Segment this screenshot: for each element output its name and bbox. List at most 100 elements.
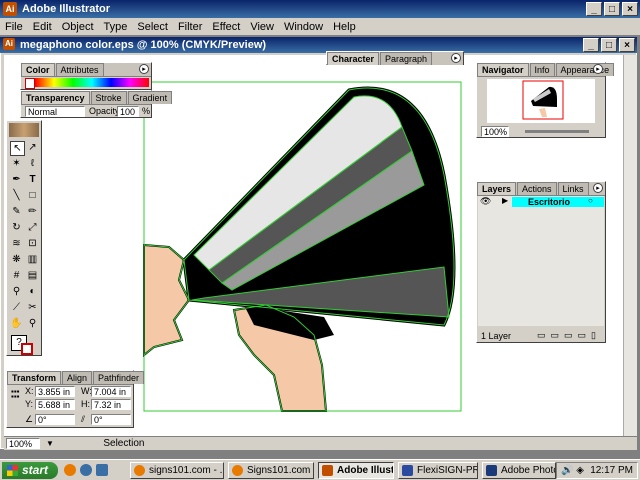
gradient-tool-icon[interactable]: ▤: [26, 269, 39, 282]
menu-effect[interactable]: Effect: [207, 21, 245, 33]
tab-stroke[interactable]: Stroke: [90, 91, 127, 104]
system-tray: 🔊 ◈ 12:17 PM: [556, 462, 638, 479]
opacity-field[interactable]: 100: [117, 106, 139, 117]
menu-object[interactable]: Object: [57, 21, 99, 33]
taskbar-flexisign[interactable]: FlexiSIGN-PRO ...: [398, 462, 478, 479]
w-field[interactable]: 7.004 in: [91, 386, 131, 397]
magic-wand-tool-icon[interactable]: ✶: [10, 157, 23, 170]
eyedropper-tool-icon[interactable]: ⚲: [10, 285, 23, 298]
maximize-button[interactable]: □: [604, 2, 620, 16]
vertical-scrollbar[interactable]: [623, 55, 637, 436]
h-field[interactable]: 7.32 in: [91, 399, 131, 410]
taskbar-signs101-2[interactable]: Signs101.com - ...: [228, 462, 314, 479]
firefox-icon[interactable]: [64, 464, 76, 476]
selection-tool-icon[interactable]: ↖: [10, 141, 25, 156]
type-tool-icon[interactable]: T: [26, 173, 39, 186]
menu-select[interactable]: Select: [132, 21, 173, 33]
lasso-tool-icon[interactable]: ℓ: [26, 157, 39, 170]
graph-tool-icon[interactable]: ▥: [26, 253, 39, 266]
browser-icon[interactable]: [80, 464, 92, 476]
document-icon: Ai: [3, 38, 15, 50]
navigator-zoom-slider[interactable]: [525, 130, 589, 133]
taskbar-signs101-1[interactable]: signs101.com - ...: [130, 462, 224, 479]
scale-tool-icon[interactable]: ⤢: [26, 221, 39, 234]
tab-transparency[interactable]: Transparency: [21, 91, 90, 104]
navigator-zoom-field[interactable]: 100%: [481, 126, 509, 137]
x-field[interactable]: 3.855 in: [35, 386, 75, 397]
panel-menu-icon[interactable]: ▸: [139, 64, 149, 74]
mesh-tool-icon[interactable]: #: [10, 269, 23, 282]
minimize-button[interactable]: _: [586, 2, 602, 16]
menu-edit[interactable]: Edit: [28, 21, 57, 33]
tab-attributes[interactable]: Attributes: [55, 63, 104, 76]
direct-selection-tool-icon[interactable]: ↗: [26, 141, 39, 154]
doc-maximize-button[interactable]: □: [601, 38, 617, 52]
pen-tool-icon[interactable]: ✒: [10, 173, 23, 186]
pencil-tool-icon[interactable]: ✏: [26, 205, 39, 218]
paintbrush-tool-icon[interactable]: ✎: [10, 205, 23, 218]
line-tool-icon[interactable]: ╲: [10, 189, 23, 202]
doc-minimize-button[interactable]: _: [583, 38, 599, 52]
free-transform-tool-icon[interactable]: ⊡: [26, 237, 39, 250]
taskbar-photoshop[interactable]: Adobe Photoshop: [482, 462, 556, 479]
slice-tool-icon[interactable]: ⟋: [10, 301, 23, 314]
tab-align[interactable]: Align: [62, 371, 93, 384]
menu-file[interactable]: File: [0, 21, 28, 33]
tray-icons[interactable]: 🔊 ◈: [561, 465, 584, 476]
status-text[interactable]: Selection: [84, 438, 164, 449]
show-desktop-icon[interactable]: [96, 464, 108, 476]
transparency-panel: Transparency Stroke Gradient Normal Opac…: [20, 90, 173, 118]
character-panel-menu-icon[interactable]: ▸: [451, 53, 461, 63]
navigator-panel-menu-icon[interactable]: ▸: [593, 64, 603, 74]
color-spectrum[interactable]: [35, 78, 149, 87]
menu-window[interactable]: Window: [279, 21, 328, 33]
navigator-preview[interactable]: [487, 79, 595, 123]
symbol-sprayer-tool-icon[interactable]: ❋: [10, 253, 23, 266]
layer-name[interactable]: Escritorio: [528, 196, 570, 208]
scissors-tool-icon[interactable]: ✂: [26, 301, 39, 314]
stroke-color-icon[interactable]: [21, 343, 33, 355]
tab-character[interactable]: Character: [327, 52, 380, 65]
blend-mode-select[interactable]: Normal: [25, 106, 85, 117]
tab-color[interactable]: Color: [21, 63, 55, 76]
tab-navigator[interactable]: Navigator: [477, 63, 529, 76]
layer-action-icons[interactable]: ▭▭▭▭▯: [537, 330, 601, 341]
tab-pathfinder[interactable]: Pathfinder: [93, 371, 145, 384]
tab-layers[interactable]: Layers: [477, 182, 517, 195]
rectangle-tool-icon[interactable]: □: [26, 189, 39, 202]
tab-transform[interactable]: Transform: [7, 371, 62, 384]
rotate-tool-icon[interactable]: ↻: [10, 221, 23, 234]
taskbar-illustrator[interactable]: Adobe Illustrator: [318, 462, 394, 479]
tools-header-image: [9, 123, 39, 137]
eye-icon[interactable]: 👁: [480, 196, 491, 207]
tab-paragraph[interactable]: Paragraph: [380, 52, 433, 65]
warp-tool-icon[interactable]: ≋: [10, 237, 23, 250]
rotate-field[interactable]: 0°: [35, 414, 75, 425]
shear-field[interactable]: 0°: [91, 414, 131, 425]
tab-appearance[interactable]: Appearance: [555, 63, 615, 76]
doc-close-button[interactable]: ×: [619, 38, 635, 52]
start-button[interactable]: start: [2, 462, 58, 479]
layer-row[interactable]: 👁 ▶ Escritorio ○: [478, 196, 604, 208]
fill-swatch[interactable]: [25, 78, 35, 89]
tab-gradient[interactable]: Gradient: [127, 91, 173, 104]
zoom-tool-icon[interactable]: ⚲: [26, 317, 39, 330]
hand-tool-icon[interactable]: ✋: [10, 317, 23, 330]
reference-point-icon[interactable]: ▪▪▪ ▪▪▪: [11, 388, 21, 401]
tab-actions[interactable]: Actions: [517, 182, 557, 195]
expand-triangle-icon[interactable]: ▶: [502, 196, 508, 205]
layers-panel-menu-icon[interactable]: ▸: [593, 183, 603, 193]
zoom-field[interactable]: 100%: [6, 438, 40, 449]
close-button[interactable]: ×: [622, 2, 638, 16]
menu-type[interactable]: Type: [99, 21, 133, 33]
target-circle-icon[interactable]: ○: [588, 196, 593, 205]
blend-tool-icon[interactable]: ◐: [26, 285, 39, 298]
tab-info[interactable]: Info: [529, 63, 555, 76]
menu-view[interactable]: View: [245, 21, 279, 33]
tab-links[interactable]: Links: [557, 182, 589, 195]
zoom-dropdown-icon[interactable]: ▼: [46, 439, 54, 448]
y-field[interactable]: 5.688 in: [35, 399, 75, 410]
windows-logo-icon: [7, 465, 18, 476]
menu-help[interactable]: Help: [328, 21, 361, 33]
menu-filter[interactable]: Filter: [173, 21, 207, 33]
